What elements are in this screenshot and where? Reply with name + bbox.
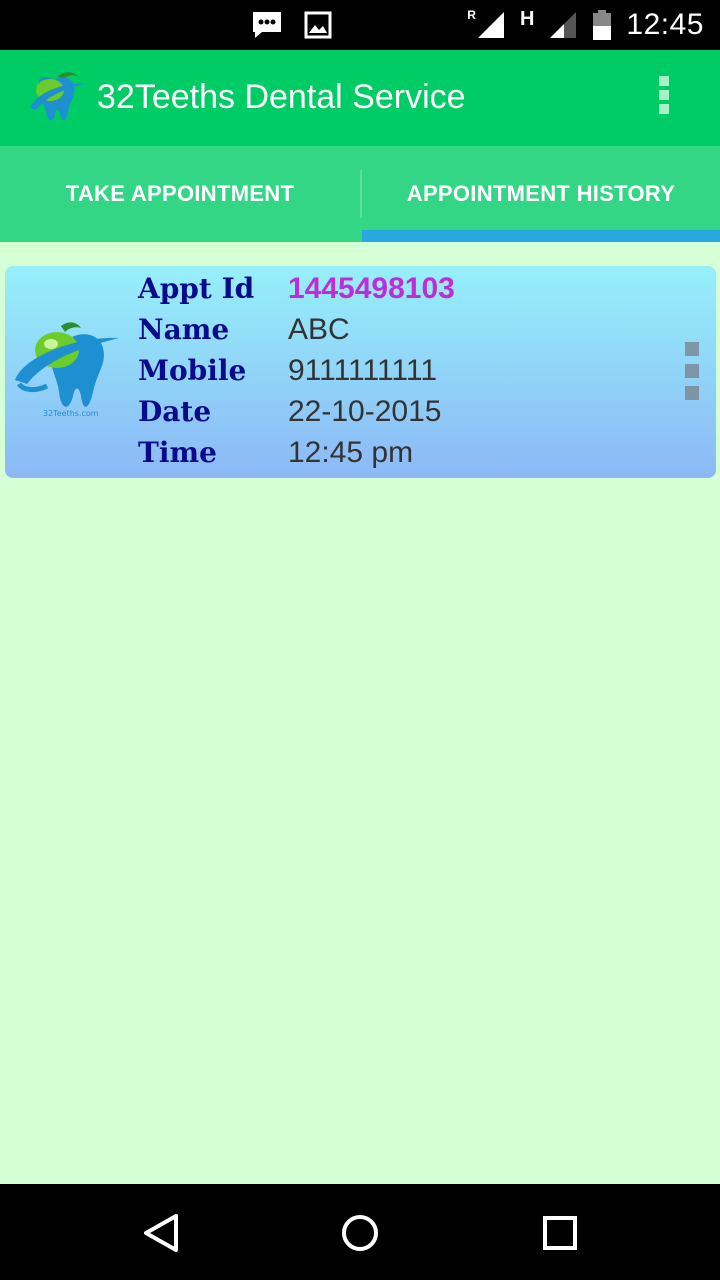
card-overflow-menu-icon[interactable]	[685, 342, 701, 402]
overflow-menu-icon[interactable]	[652, 76, 676, 120]
tooth-logo-icon: 32Teeths.com	[15, 322, 119, 418]
mobile-row: Mobile 9111111111	[138, 354, 638, 395]
mobile-label: Mobile	[138, 354, 247, 387]
system-icons: R H 12:45	[467, 6, 704, 44]
sms-icon	[253, 12, 281, 38]
date-value: 22-10-2015	[288, 395, 442, 428]
mobile-value: 9111111111	[288, 354, 438, 387]
signal-icon	[550, 12, 577, 38]
appt-id-value: 1445498103	[288, 272, 455, 305]
appt-id-label: Appt Id	[138, 272, 255, 305]
notification-icons	[250, 10, 332, 40]
time-label: Time	[138, 436, 217, 469]
time-value: 12:45 pm	[288, 436, 414, 469]
time-row: Time 12:45 pm	[138, 436, 638, 477]
app-bar: 32Teeths Dental Service	[0, 50, 720, 146]
recents-icon[interactable]	[535, 1208, 585, 1258]
image-icon	[304, 11, 332, 39]
appt-id-row: Appt Id 1445498103	[138, 272, 638, 313]
tab-bar: TAKE APPOINTMENT APPOINTMENT HISTORY	[0, 146, 720, 242]
name-value: ABC	[288, 313, 350, 346]
status-bar: R H 12:45	[0, 0, 720, 50]
clock: 12:45	[626, 8, 704, 41]
tab-indicator	[362, 230, 720, 242]
tab-take-appointment[interactable]: TAKE APPOINTMENT	[0, 146, 360, 242]
svg-text:32Teeths.com: 32Teeths.com	[43, 409, 99, 418]
network-h-label: H	[519, 7, 535, 30]
app-title: 32Teeths Dental Service	[97, 78, 466, 116]
appointment-history-list: 32Teeths.com Appt Id 1445498103 Name ABC…	[0, 242, 720, 1184]
date-row: Date 22-10-2015	[138, 395, 638, 436]
battery-icon	[593, 10, 612, 40]
tooth-logo-icon	[30, 72, 84, 121]
name-label: Name	[138, 313, 230, 346]
appointment-card[interactable]: 32Teeths.com Appt Id 1445498103 Name ABC…	[5, 266, 716, 478]
network-r-label: R	[467, 8, 476, 22]
tab-appointment-history[interactable]: APPOINTMENT HISTORY	[362, 146, 720, 242]
name-row: Name ABC	[138, 313, 638, 354]
back-icon[interactable]	[136, 1208, 186, 1258]
signal-icon	[477, 12, 504, 38]
navigation-bar	[0, 1184, 720, 1280]
date-label: Date	[138, 395, 212, 428]
home-icon[interactable]	[335, 1208, 385, 1258]
